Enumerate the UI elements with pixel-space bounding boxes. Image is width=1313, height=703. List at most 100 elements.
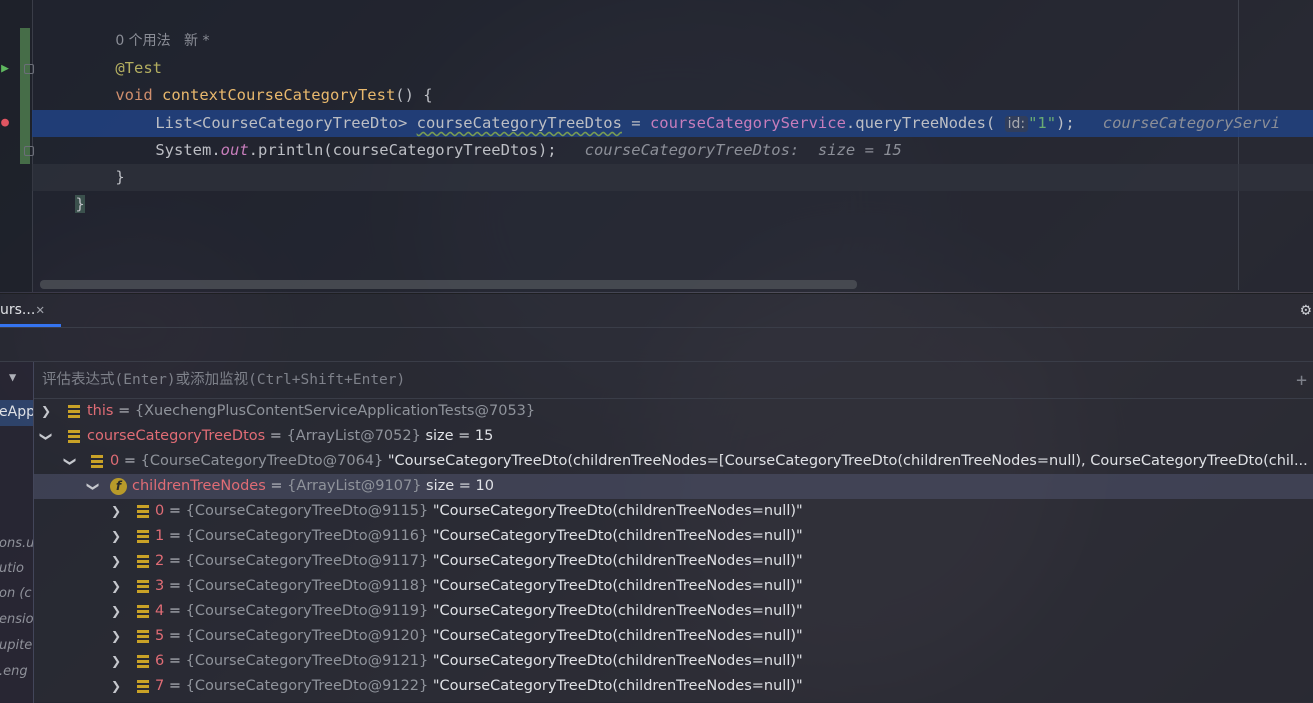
variable-name: courseCategoryTreeDtos [87,428,266,444]
variable-type: {XuechengPlusContentServiceApplicationTe… [134,403,536,419]
evaluate-expression-input[interactable] [42,362,1282,398]
breakpoint-icon[interactable]: ● [0,116,12,130]
variable-value: "CourseCategoryTreeDto(childrenTreeNodes… [432,503,803,519]
variable-name: this [87,403,114,419]
variable-row-child-2[interactable]: ❯ 2 = {CourseCategoryTreeDto@9117} "Cour… [34,549,1313,574]
chevron-right-icon[interactable]: ❯ [110,674,122,699]
chevron-down-icon[interactable]: ❯ [58,456,83,468]
variable-name: 7 [155,678,165,694]
variable-name: 1 [155,528,165,544]
fold-marker-icon[interactable] [24,64,34,74]
frame-item[interactable]: utio [0,561,24,576]
frame-item[interactable]: ons.u [0,536,33,551]
chevron-right-icon[interactable]: ❯ [110,549,122,574]
variable-name: 0 [110,453,120,469]
variable-row-courseCategoryTreeDtos[interactable]: ❯ courseCategoryTreeDtos = {ArrayList@70… [34,424,1313,449]
variable-type: {CourseCategoryTreeDto@7064} [140,453,384,469]
variable-icon [137,630,149,643]
field-icon: f [110,478,127,495]
horizontal-scrollbar[interactable] [40,280,857,289]
variable-icon [137,580,149,593]
frame-item[interactable]: ensio [0,612,33,627]
variable-value: "CourseCategoryTreeDto(childrenTreeNodes… [432,603,803,619]
variable-row-element-0[interactable]: ❯ 0 = {CourseCategoryTreeDto@7064} "Cour… [34,449,1313,474]
close-icon[interactable]: ✕ [36,294,44,327]
variable-icon [68,405,80,418]
variables-tree[interactable]: ❯ this = {XuechengPlusContentServiceAppl… [34,399,1313,703]
chevron-right-icon[interactable]: ❯ [110,649,122,674]
variable-name: 5 [155,628,165,644]
chevron-down-icon[interactable]: ❯ [34,431,59,443]
debug-tool-window: urs... ✕ ⚙ ▼ eApp ons.u utio on (c ensio… [0,293,1313,703]
frame-item[interactable]: .eng [0,664,28,679]
frame-item[interactable]: eApp [0,404,33,420]
right-margin-guide [1238,0,1239,290]
inline-debug-value: courseCategoryServi [1102,114,1281,132]
usage-hint[interactable]: 0 个用法 新 * [78,0,209,49]
code-line-annotation: @Test [78,28,162,77]
variable-row-child-3[interactable]: ❯ 3 = {CourseCategoryTreeDto@9118} "Cour… [34,574,1313,599]
code-line-query: List<CourseCategoryTreeDto> courseCatego… [118,83,1280,132]
frames-panel[interactable]: ▼ eApp ons.u utio on (c ensio upite .eng [0,362,34,703]
variable-name: childrenTreeNodes [132,478,266,494]
debug-session-tab-label: urs... [0,302,36,318]
gear-icon[interactable]: ⚙ [1301,300,1311,320]
add-watch-icon[interactable]: + [1296,370,1307,391]
chevron-right-icon[interactable]: ❯ [110,599,122,624]
frame-item[interactable]: on (c [0,586,32,601]
chevron-right-icon[interactable]: ❯ [110,524,122,549]
evaluate-expression-bar: + [34,362,1313,399]
println-call: .println(courseCategoryTreeDtos); [248,141,557,159]
active-tab-indicator [0,324,61,327]
variable-row-child-1[interactable]: ❯ 1 = {CourseCategoryTreeDto@9116} "Cour… [34,524,1313,549]
variable-row-child-7[interactable]: ❯ 7 = {CourseCategoryTreeDto@9122} "Cour… [34,674,1313,699]
variable-row-child-6[interactable]: ❯ 6 = {CourseCategoryTreeDto@9121} "Cour… [34,649,1313,674]
variable-value: "CourseCategoryTreeDto(childrenTreeNodes… [432,678,803,694]
debug-session-tab[interactable]: urs... [0,294,35,327]
chevron-right-icon[interactable]: ❯ [110,574,122,599]
variable-value: "CourseCategoryTreeDto(childrenTreeNodes… [432,628,803,644]
fold-marker-icon[interactable] [24,146,34,156]
highlighted-line [32,164,1313,191]
variable-icon [137,505,149,518]
variable-type: {CourseCategoryTreeDto@9121} [185,653,429,669]
run-test-icon[interactable]: ▶ [0,62,12,76]
string-literal: "1" [1028,114,1057,132]
code-editor[interactable]: ▶ ● 0 个用法 新 * @Test void contextCourseCa… [0,0,1313,292]
code-line-method-signature: void contextCourseCategoryTest() { [78,55,432,104]
editor-gutter[interactable]: ▶ ● [0,0,34,292]
variable-icon [137,605,149,618]
vcs-change-marker [20,28,30,164]
variable-type: {CourseCategoryTreeDto@9120} [185,628,429,644]
chevron-down-icon[interactable]: ❯ [81,481,106,493]
variable-row-child-5[interactable]: ❯ 5 = {CourseCategoryTreeDto@9120} "Cour… [34,624,1313,649]
chevron-right-icon[interactable]: ❯ [110,624,122,649]
variable-name: 6 [155,653,165,669]
chevron-down-icon[interactable]: ▼ [9,370,16,384]
variable-type: {CourseCategoryTreeDto@9122} [185,678,429,694]
out-field: out [220,141,249,159]
variable-value: "CourseCategoryTreeDto(childrenTreeNodes… [432,528,803,544]
variable-name: 0 [155,503,165,519]
variable-name: 3 [155,578,165,594]
frame-item[interactable]: upite [0,638,32,653]
variable-type: {CourseCategoryTreeDto@9117} [185,553,429,569]
variable-type: {CourseCategoryTreeDto@9119} [185,603,429,619]
chevron-right-icon[interactable]: ❯ [40,399,52,424]
debugger-toolbar [0,328,1313,362]
chevron-right-icon[interactable]: ❯ [110,499,122,524]
variable-row-childrenTreeNodes[interactable]: ❯ f childrenTreeNodes = {ArrayList@9107}… [34,474,1313,499]
parameter-hint: id: [1004,116,1029,132]
variable-row-this[interactable]: ❯ this = {XuechengPlusContentServiceAppl… [34,399,1313,424]
variable-icon [68,430,80,443]
variable-row-child-4[interactable]: ❯ 4 = {CourseCategoryTreeDto@9119} "Cour… [34,599,1313,624]
variable-icon [137,530,149,543]
variable-name: 2 [155,553,165,569]
variable-value: size = 10 [426,478,494,494]
variable-icon [137,555,149,568]
variable-type: {ArrayList@9107} [287,478,422,494]
variable-type: {ArrayList@7052} [286,428,421,444]
variable-row-child-0[interactable]: ❯ 0 = {CourseCategoryTreeDto@9115} "Cour… [34,499,1313,524]
inline-debug-value: courseCategoryTreeDtos: size = 15 [584,141,902,159]
system-class: System. [155,141,221,159]
